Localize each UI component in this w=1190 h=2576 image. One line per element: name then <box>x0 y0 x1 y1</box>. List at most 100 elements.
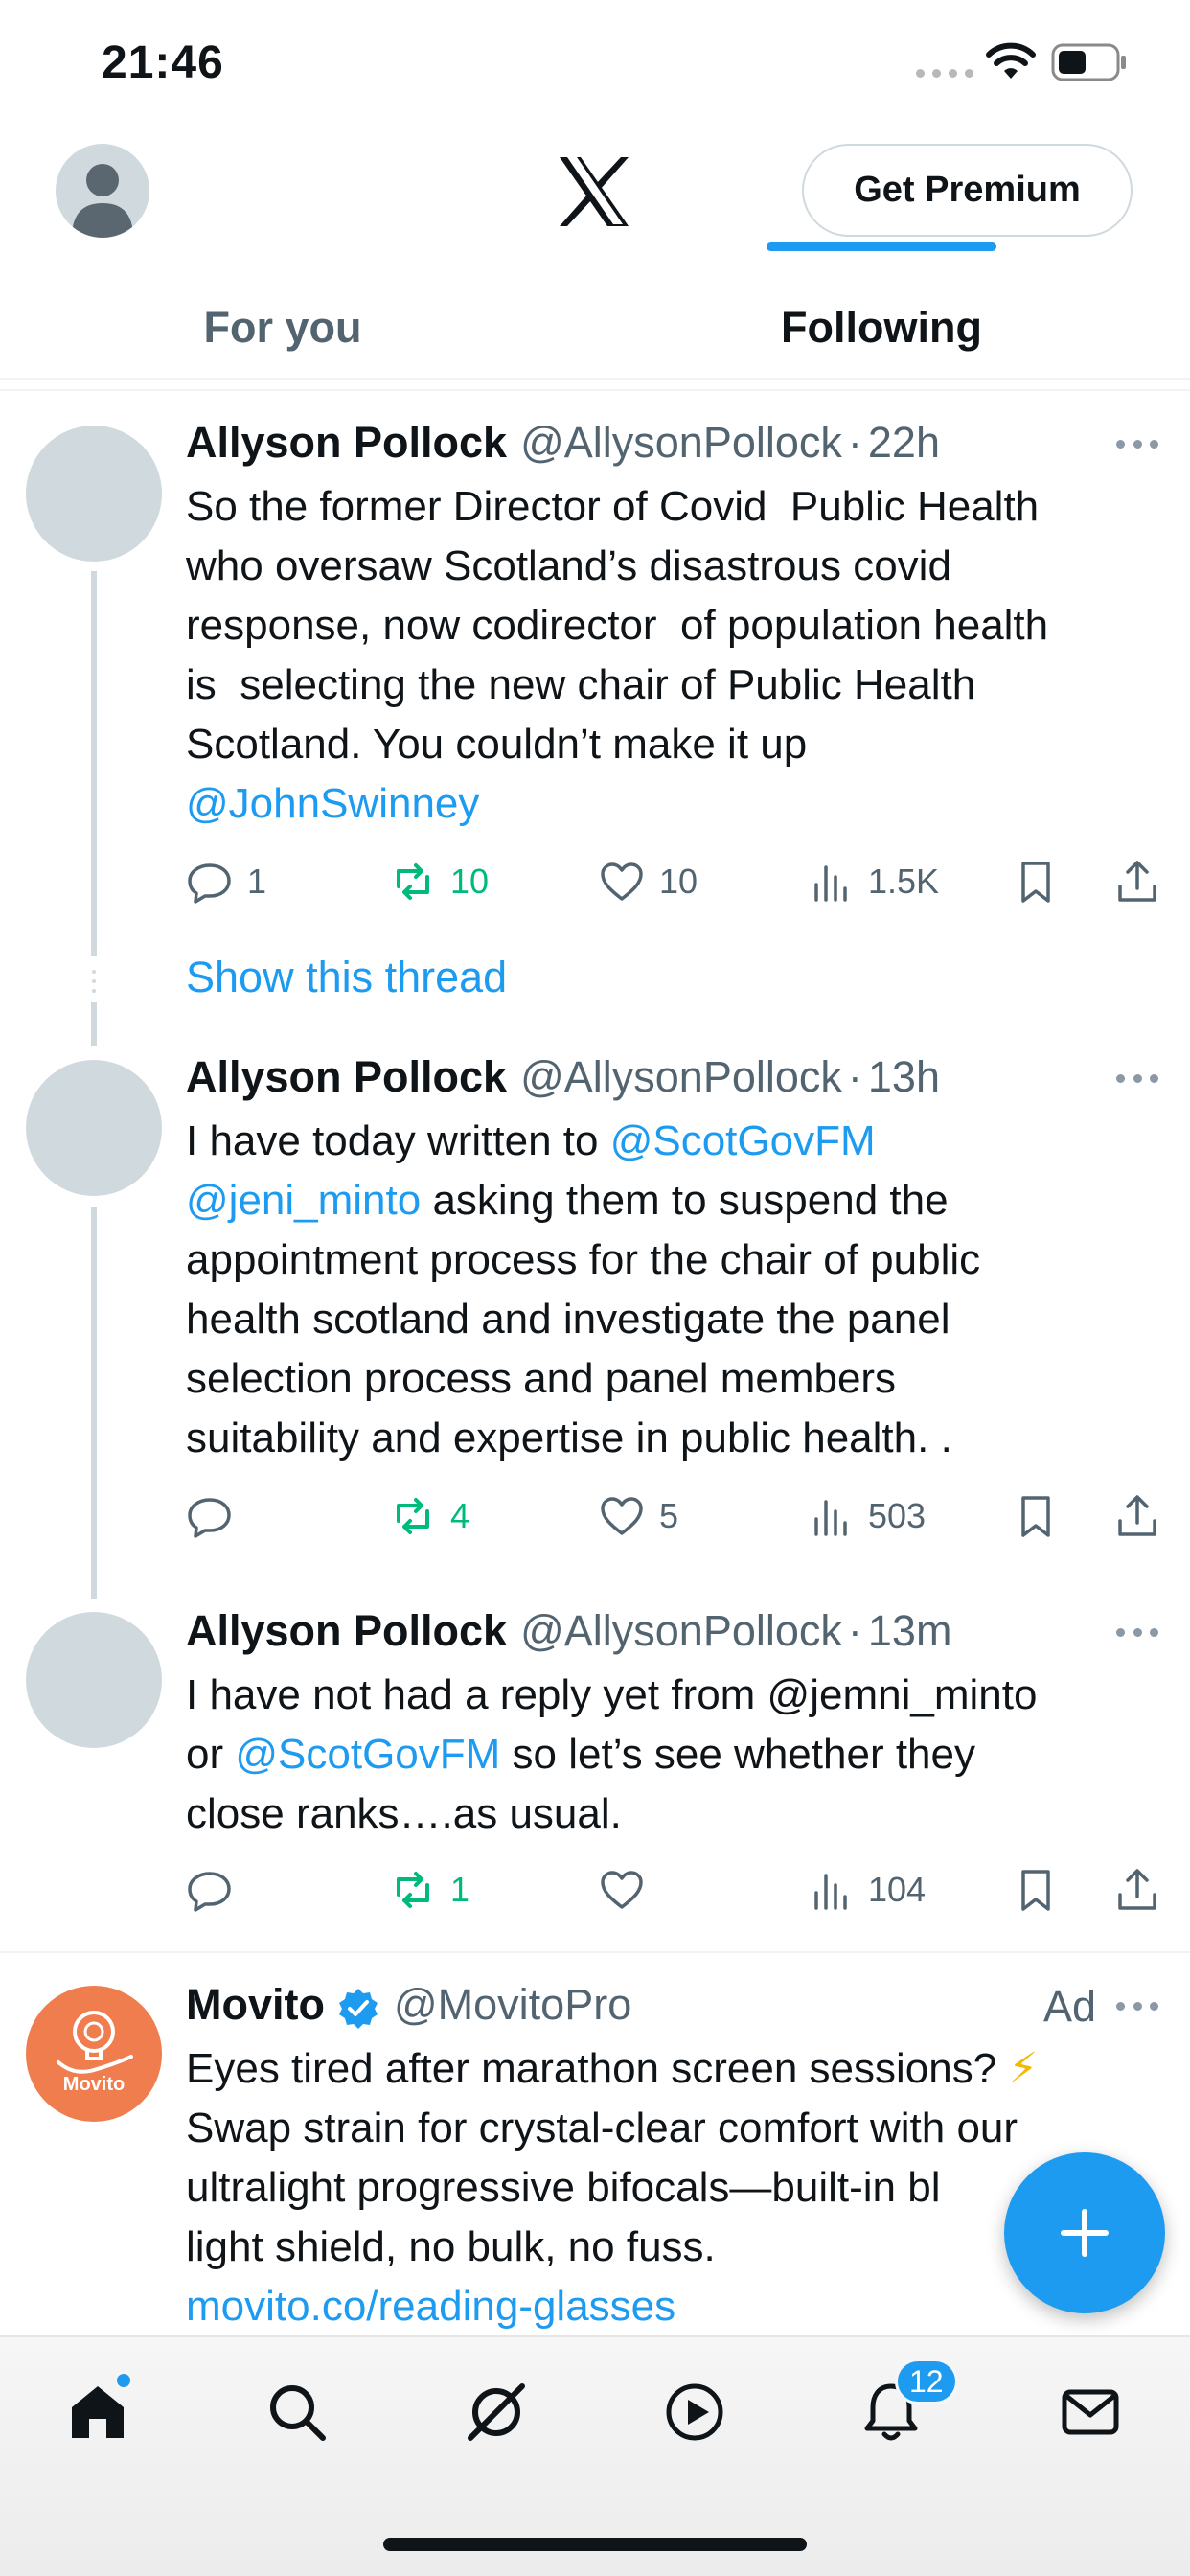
retweet-button[interactable]: 1 <box>389 1861 469 1919</box>
search-icon <box>270 2385 326 2441</box>
messages-icon <box>1062 2389 1119 2435</box>
home-indicator <box>383 2538 807 2551</box>
nav-grok[interactable] <box>458 2374 535 2450</box>
tabs-divider <box>0 378 1190 380</box>
text-segment: So the former Director of Covid Public H… <box>186 483 1040 530</box>
home-unread-dot <box>115 2372 132 2389</box>
tweet-avatar[interactable] <box>26 426 162 562</box>
retweet-count: 1 <box>450 1870 470 1909</box>
heart-icon <box>601 862 643 901</box>
reply-button[interactable] <box>186 1487 247 1545</box>
status-bar: 21:46 <box>0 0 1190 126</box>
author-name[interactable]: Movito <box>186 1980 325 2030</box>
retweet-button[interactable]: 10 <box>389 853 489 910</box>
retweet-count: 10 <box>450 862 490 901</box>
more-options-icon[interactable] <box>1116 1628 1158 1640</box>
advertiser-avatar[interactable]: Movito <box>26 1986 162 2122</box>
tweet-actions: 1 104 <box>186 1861 1163 1919</box>
author-handle[interactable]: @AllysonPollock <box>520 1052 842 1102</box>
tweet-avatar[interactable] <box>26 1612 162 1748</box>
tweet-time[interactable]: 22h <box>868 418 940 468</box>
lightbulb-hand-logo-icon <box>57 2011 133 2074</box>
views-button[interactable]: 104 <box>807 1861 926 1919</box>
text-segment: Scotland. You couldn’t make it up <box>186 721 808 768</box>
tab-following[interactable]: Following <box>594 280 1169 376</box>
like-button[interactable]: 10 <box>598 853 698 910</box>
author-handle[interactable]: @MovitoPro <box>394 1980 631 2030</box>
author-handle[interactable]: @AllysonPollock <box>520 418 842 468</box>
author-name[interactable]: Allyson Pollock <box>186 418 507 468</box>
top-bar: Get Premium For you Following <box>0 126 1190 376</box>
text-segment: Swap strain for crystal-clear comfort wi… <box>186 2104 1018 2151</box>
like-count: 5 <box>659 1496 679 1535</box>
views-button[interactable]: 503 <box>807 1487 926 1545</box>
retweet-button[interactable]: 4 <box>389 1487 469 1545</box>
tweet-text-line: So the former Director of Covid Public H… <box>186 477 1154 537</box>
cellular-signal-icon <box>916 69 973 78</box>
retweet-icon <box>397 1872 429 1908</box>
views-icon <box>814 1874 847 1910</box>
heart-icon <box>601 1871 643 1909</box>
text-segment: who oversaw Scotland’s disastrous covid <box>186 542 951 589</box>
share-button[interactable] <box>1113 1861 1161 1919</box>
text-segment: selection process and panel members <box>186 1355 897 1402</box>
advertiser-logo-text: Movito <box>62 2074 126 2095</box>
mention-link[interactable]: @ScotGovFM <box>610 1117 876 1164</box>
mention-link[interactable]: movito.co/reading-glasses <box>186 2283 675 2330</box>
bookmark-button[interactable] <box>1012 853 1060 910</box>
show-thread-link[interactable]: Show this thread <box>186 953 507 1002</box>
tweet-text: I have not had a reply yet from @jemni_m… <box>186 1666 1154 1844</box>
get-premium-button[interactable]: Get Premium <box>802 144 1133 237</box>
tweet-text-line: health scotland and investigate the pane… <box>186 1290 1154 1349</box>
thread-line <box>91 1002 97 1046</box>
reply-icon <box>188 1498 231 1538</box>
reply-button[interactable] <box>186 1861 247 1919</box>
author-handle[interactable]: @AllysonPollock <box>520 1606 842 1656</box>
video-icon <box>666 2383 723 2441</box>
thread-gap-dots <box>91 970 97 993</box>
compose-button[interactable] <box>1004 2152 1165 2313</box>
bookmark-button[interactable] <box>1012 1861 1060 1919</box>
feed-divider <box>0 1951 1190 1953</box>
text-segment: I have not had a reply yet from @jemni_m… <box>186 1671 1038 1718</box>
tweet-avatar[interactable] <box>26 1060 162 1196</box>
tweet-text-line: who oversaw Scotland’s disastrous covid <box>186 537 1154 596</box>
nav-video[interactable] <box>656 2374 733 2450</box>
tweet-time[interactable]: 13m <box>868 1606 952 1656</box>
bookmark-icon <box>1021 862 1050 903</box>
x-logo-icon[interactable] <box>556 155 632 228</box>
reply-icon <box>188 1872 231 1912</box>
tweet-time[interactable]: 13h <box>868 1052 940 1102</box>
separator-dot: · <box>847 418 862 467</box>
nav-messages[interactable] <box>1052 2374 1129 2450</box>
profile-avatar[interactable] <box>56 144 149 238</box>
tweet-text-line: I have not had a reply yet from @jemni_m… <box>186 1666 1154 1725</box>
share-button[interactable] <box>1113 1487 1161 1545</box>
more-options-icon[interactable] <box>1116 440 1158 451</box>
like-button[interactable] <box>598 1861 659 1919</box>
text-segment: ultralight progressive bifocals—built-in… <box>186 2164 941 2211</box>
reply-button[interactable]: 1 <box>186 853 266 910</box>
author-name[interactable]: Allyson Pollock <box>186 1052 507 1102</box>
tweet-text-line: @JohnSwinney <box>186 774 1154 834</box>
separator-dot: · <box>847 1052 862 1101</box>
tweet-text-line: @jeni_minto asking them to suspend the <box>186 1171 1154 1230</box>
tab-for-you[interactable]: For you <box>0 280 565 376</box>
text-segment: is selecting the new chair of Public Hea… <box>186 661 976 708</box>
person-icon <box>72 164 133 238</box>
retweet-count: 4 <box>450 1496 470 1535</box>
text-segment: asking them to suspend the <box>421 1177 949 1224</box>
author-name[interactable]: Allyson Pollock <box>186 1606 507 1656</box>
like-button[interactable]: 5 <box>598 1487 678 1545</box>
share-button[interactable] <box>1113 853 1161 910</box>
bookmark-icon <box>1021 1496 1050 1537</box>
mention-link[interactable]: @ScotGovFM <box>235 1731 500 1778</box>
mention-link[interactable]: @jeni_minto <box>186 1177 421 1224</box>
more-options-icon[interactable] <box>1116 2002 1158 2013</box>
more-options-icon[interactable] <box>1116 1074 1158 1086</box>
bookmark-button[interactable] <box>1012 1487 1060 1545</box>
views-button[interactable]: 1.5K <box>807 853 939 910</box>
nav-search[interactable] <box>259 2374 335 2450</box>
views-icon <box>814 865 847 902</box>
mention-link[interactable]: @JohnSwinney <box>186 780 479 827</box>
